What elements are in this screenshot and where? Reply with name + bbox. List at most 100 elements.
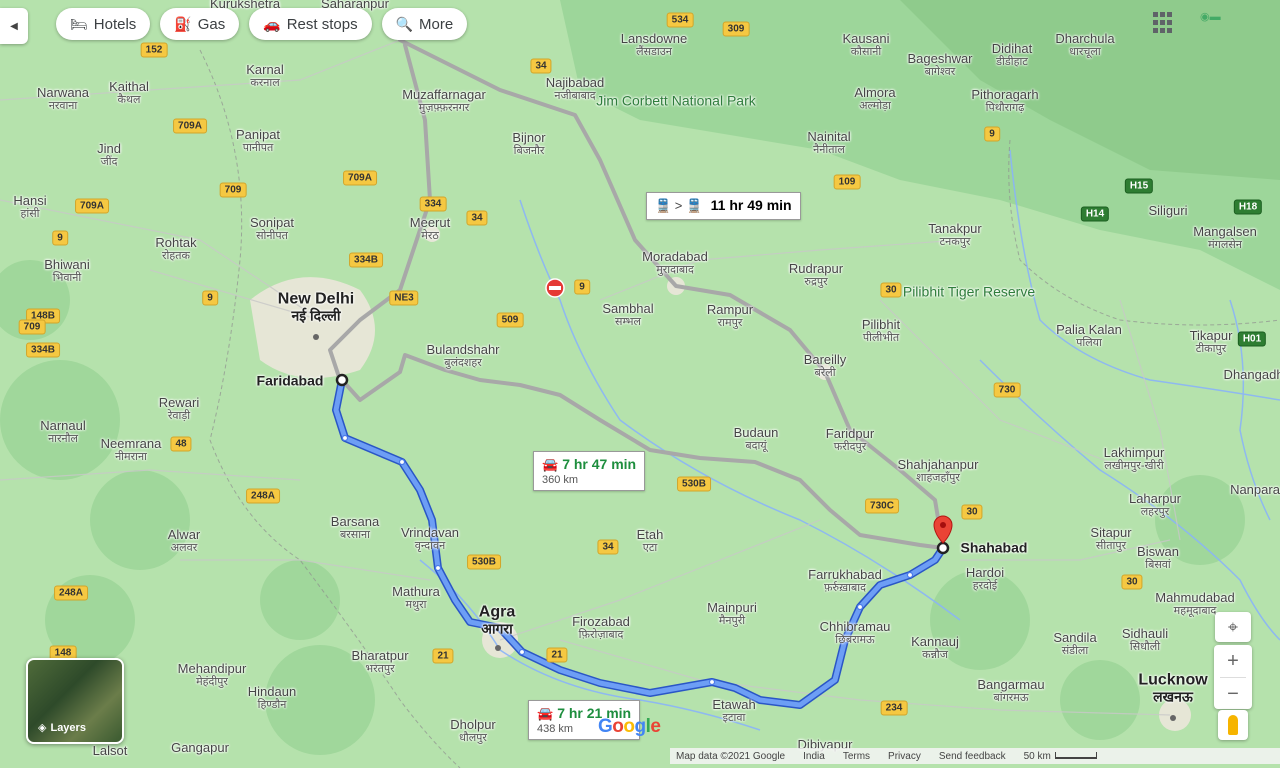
transit-route-callout[interactable]: 🚆 > 🚆 11 hr 49 min bbox=[646, 192, 801, 220]
place-label[interactable]: Nainital नैनीताल bbox=[807, 129, 850, 156]
account-avatar-icon[interactable]: ◉▬ bbox=[1200, 10, 1240, 34]
place-label[interactable]: Hindaun हिण्डौन bbox=[247, 683, 297, 711]
place-label[interactable]: Barsana बरसाना bbox=[331, 514, 379, 541]
place-label[interactable]: Bhiwani भिवानी bbox=[44, 257, 90, 284]
place-label[interactable]: Rampur रामपुर bbox=[707, 302, 753, 329]
destination-label[interactable]: Shahabad bbox=[961, 539, 1028, 555]
road-shield: 109 bbox=[833, 174, 861, 190]
place-label[interactable]: Dhangadhi bbox=[1224, 367, 1280, 382]
place-label[interactable]: Bareilly बरेली bbox=[804, 352, 847, 379]
place-name-local: बिजनौर bbox=[513, 145, 545, 158]
layers-button[interactable]: ◈ Layers bbox=[26, 658, 124, 744]
place-label[interactable]: Lalsot bbox=[93, 743, 128, 758]
place-name: Hindaun bbox=[247, 683, 297, 699]
place-label[interactable]: Mathura मथुरा bbox=[392, 584, 440, 611]
place-label[interactable]: Sonipat सोनीपत bbox=[250, 215, 294, 242]
place-name-local: वृन्दावन bbox=[414, 540, 446, 553]
place-label[interactable]: Karnal करनाल bbox=[246, 62, 284, 89]
place-label[interactable]: Pithoragarh पिथौरागढ़ bbox=[971, 87, 1038, 114]
my-location-button[interactable]: ⌖ bbox=[1215, 612, 1251, 642]
place-label[interactable]: Rudrapur रुद्रपुर bbox=[789, 261, 843, 288]
place-label[interactable]: Biswan बिसवां bbox=[1137, 544, 1179, 571]
place-label[interactable]: Siliguri bbox=[1148, 203, 1187, 218]
place-label[interactable]: Jind जींद bbox=[97, 141, 121, 168]
place-label[interactable]: Mangalsen मंगलसेन bbox=[1193, 224, 1257, 251]
place-label[interactable]: Rewari रेवाड़ी bbox=[159, 395, 199, 422]
place-label[interactable]: Dholpur धौलपुर bbox=[450, 717, 496, 744]
place-label[interactable]: Chhibramau छिबरामऊ bbox=[820, 619, 891, 646]
place-label[interactable]: Alwar अलवर bbox=[168, 527, 201, 554]
place-label[interactable]: Moradabad मुरादाबाद bbox=[642, 249, 708, 276]
place-label[interactable]: Sambhal सम्भल bbox=[602, 301, 653, 328]
place-label[interactable]: Palia Kalan पलिया bbox=[1056, 322, 1122, 349]
place-label[interactable]: Narnaul नारनौल bbox=[40, 418, 86, 445]
place-label[interactable]: Almora अल्मोड़ा bbox=[854, 85, 895, 112]
place-label[interactable]: Etah एटा bbox=[637, 527, 664, 554]
chip-gas[interactable]: ⛽ Gas bbox=[160, 8, 240, 40]
collapse-panel-button[interactable]: ◀ bbox=[0, 8, 28, 44]
origin-label[interactable]: Faridabad bbox=[257, 372, 324, 388]
terms-link[interactable]: Terms bbox=[843, 751, 870, 762]
place-label[interactable]: Nanpara bbox=[1230, 482, 1280, 497]
place-name-local: शाहजहाँपुर bbox=[916, 472, 960, 485]
place-label[interactable]: Bageshwar बागेश्वर bbox=[907, 51, 972, 78]
send-feedback-link[interactable]: Send feedback bbox=[939, 751, 1006, 762]
region-link[interactable]: India bbox=[803, 751, 825, 762]
place-label[interactable]: Kaithal कैथल bbox=[109, 79, 149, 106]
place-label[interactable]: Dharchula धारचूला bbox=[1055, 31, 1114, 58]
place-label[interactable]: Hardoi हरदोई bbox=[966, 565, 1004, 592]
place-label[interactable]: Bulandshahr बुलंदशहर bbox=[427, 342, 500, 369]
road-shield: 730C bbox=[865, 498, 899, 514]
place-label[interactable]: Mainpuri मैनपुरी bbox=[707, 600, 757, 627]
place-label[interactable]: Kannauj कन्नौज bbox=[911, 634, 959, 661]
place-label[interactable]: Bijnor बिजनौर bbox=[512, 130, 545, 158]
place-label[interactable]: Shahjahanpur शाहजहाँपुर bbox=[898, 457, 979, 485]
place-label[interactable]: Lucknow लखनऊ bbox=[1138, 672, 1207, 705]
place-label[interactable]: Gangapur bbox=[171, 740, 229, 755]
place-label[interactable]: Jim Corbett National Park bbox=[596, 92, 756, 108]
place-label[interactable]: Farrukhabad फ़र्रुख़ाबाद bbox=[808, 566, 882, 594]
place-name: Farrukhabad bbox=[808, 566, 882, 582]
road-shield: 709 bbox=[219, 182, 247, 198]
place-label[interactable]: Rohtak रोहतक bbox=[155, 235, 196, 262]
place-label[interactable]: Bharatpur भरतपुर bbox=[351, 648, 408, 675]
place-label[interactable]: Agra आगरा bbox=[479, 604, 515, 637]
place-label[interactable]: Sitapur सीतापुर bbox=[1090, 525, 1131, 552]
place-label[interactable]: Sandila संडीला bbox=[1053, 630, 1096, 657]
place-label[interactable]: Budaun बदायूं bbox=[734, 425, 779, 452]
place-label[interactable]: Pilibhit पीलीभीत bbox=[862, 317, 900, 344]
chip-hotels[interactable]: 🛏 Hotels bbox=[56, 8, 151, 40]
place-label[interactable]: Pilibhit Tiger Reserve bbox=[903, 283, 1035, 299]
place-label[interactable]: Vrindavan वृन्दावन bbox=[401, 525, 459, 553]
place-label[interactable]: Panipat पानीपत bbox=[236, 127, 280, 154]
place-label[interactable]: New Delhi नई दिल्ली bbox=[278, 291, 354, 324]
place-label[interactable]: Muzaffarnagar मुज़फ़्फ़रनगर bbox=[402, 87, 486, 114]
place-label[interactable]: Laharpur लहरपुर bbox=[1129, 491, 1181, 518]
place-label[interactable]: Firozabad फ़िरोज़ाबाद bbox=[572, 614, 630, 641]
place-label[interactable]: Faridpur फरीदपुर bbox=[826, 426, 874, 453]
place-label[interactable]: Tanakpur टनकपुर bbox=[928, 221, 981, 248]
place-label[interactable]: Mehandipur मेहंदीपुर bbox=[178, 661, 247, 688]
apps-grid-icon[interactable] bbox=[1153, 12, 1175, 34]
road-shield: 534 bbox=[666, 12, 694, 28]
place-label[interactable]: Didihat डीडीहाट bbox=[992, 41, 1032, 68]
street-view-pegman-icon[interactable] bbox=[1218, 710, 1248, 740]
place-label[interactable]: Sidhauli सिधौली bbox=[1122, 626, 1168, 653]
place-label[interactable]: Tikapur टीकापुर bbox=[1190, 328, 1233, 355]
zoom-out-button[interactable]: − bbox=[1214, 678, 1252, 710]
place-label[interactable]: Hansi हांसी bbox=[13, 193, 46, 220]
chip-more[interactable]: 🔍 More bbox=[381, 8, 468, 40]
chip-rest-stops[interactable]: 🚗 Rest stops bbox=[249, 8, 372, 40]
place-label[interactable]: Lakhimpur लखीमपुर-खीरी bbox=[1104, 445, 1165, 472]
place-label[interactable]: Bangarmau बांगरमऊ bbox=[977, 677, 1044, 704]
place-label[interactable]: Meerut मेरठ bbox=[410, 215, 450, 242]
privacy-link[interactable]: Privacy bbox=[888, 751, 921, 762]
alt-route-callout[interactable]: 🚘 7 hr 47 min 360 km bbox=[533, 451, 646, 491]
place-label[interactable]: Etawah इटावा bbox=[712, 697, 755, 724]
place-label[interactable]: Lansdowne लैंसडाउन bbox=[621, 31, 688, 58]
scale-control[interactable]: 50 km bbox=[1024, 751, 1097, 762]
place-label[interactable]: Neemrana नीमराना bbox=[101, 436, 162, 463]
place-label[interactable]: Kausani कौसानी bbox=[843, 31, 890, 58]
zoom-in-button[interactable]: + bbox=[1214, 645, 1252, 677]
place-label[interactable]: Narwana नरवाना bbox=[37, 85, 89, 112]
